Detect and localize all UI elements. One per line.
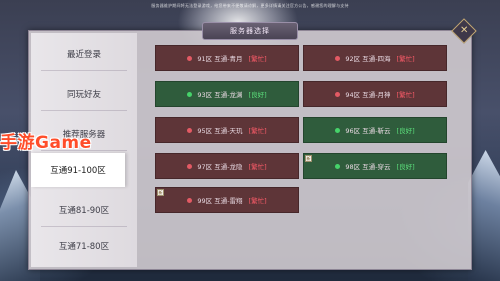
server-status: [繁忙] xyxy=(248,127,267,135)
panel-title-plate: 服务器选择 xyxy=(202,22,298,40)
sidebar-item-label: 最近登录 xyxy=(66,50,101,60)
status-dot-icon xyxy=(187,127,193,133)
server-name: 93区 互通-龙渊 xyxy=(197,91,243,99)
server-status: [良好] xyxy=(248,91,267,99)
server-button-99[interactable]: 新 99区 互通-雷翔 [繁忙] xyxy=(155,187,299,213)
sidebar-item-label: 互通71-80区 xyxy=(58,242,110,252)
server-name: 97区 互通-龙隐 xyxy=(197,163,243,171)
server-status: [繁忙] xyxy=(248,197,267,205)
divider xyxy=(41,70,127,71)
server-name: 92区 互通-四海 xyxy=(345,55,391,63)
server-name: 99区 互通-雷翔 xyxy=(197,197,243,205)
server-name: 95区 互通-天玑 xyxy=(197,127,243,135)
server-button-94[interactable]: 94区 互通-月神 [繁忙] xyxy=(303,81,447,107)
server-status: [繁忙] xyxy=(248,163,267,171)
sidebar-item-81-90[interactable]: 互通81-90区 xyxy=(31,193,137,227)
watermark-logo: 手游Game xyxy=(0,133,92,153)
status-dot-icon xyxy=(335,55,341,61)
server-button-97[interactable]: 97区 互通-龙隐 [繁忙] xyxy=(155,153,299,179)
server-button-96[interactable]: 96区 互通-靳云 [良好] xyxy=(303,117,447,143)
sidebar-item-71-80[interactable]: 互通71-80区 xyxy=(31,229,137,263)
server-button-93[interactable]: 93区 互通-龙渊 [良好] xyxy=(155,81,299,107)
maintenance-notice: 服务器维护期间将无法登录游戏，给您带来不便敬请谅解，更多详情请关注官方公告，感谢… xyxy=(151,3,349,8)
server-name: 96区 互通-靳云 xyxy=(345,127,391,135)
server-button-95[interactable]: 95区 互通-天玑 [繁忙] xyxy=(155,117,299,143)
status-dot-icon xyxy=(335,127,341,133)
server-button-98[interactable]: 新 98区 互通-穿云 [良好] xyxy=(303,153,447,179)
server-button-92[interactable]: 92区 互通-四海 [繁忙] xyxy=(303,45,447,71)
panel-title: 服务器选择 xyxy=(230,27,270,35)
status-dot-icon xyxy=(335,163,341,169)
sidebar-item-91-100[interactable]: 互通91-100区 xyxy=(31,153,125,187)
server-status: [繁忙] xyxy=(396,91,415,99)
new-server-tag: 新 xyxy=(305,155,312,162)
server-button-91[interactable]: 91区 互通-青月 [繁忙] xyxy=(155,45,299,71)
sidebar-item-label: 同玩好友 xyxy=(66,90,101,100)
new-server-tag: 新 xyxy=(157,189,164,196)
server-name: 91区 互通-青月 xyxy=(197,55,243,63)
status-dot-icon xyxy=(187,163,193,169)
server-status: [良好] xyxy=(396,127,415,135)
server-status: [繁忙] xyxy=(396,55,415,63)
divider xyxy=(41,226,127,227)
divider xyxy=(41,110,127,111)
server-status: [良好] xyxy=(396,163,415,171)
sidebar-item-label: 互通91-100区 xyxy=(50,166,106,176)
status-dot-icon xyxy=(187,91,193,97)
server-name: 98区 互通-穿云 xyxy=(345,163,391,171)
server-status: [繁忙] xyxy=(248,55,267,63)
sidebar-item-friends[interactable]: 同玩好友 xyxy=(31,77,137,111)
sidebar-item-label: 互通81-90区 xyxy=(58,206,110,216)
close-icon: ✕ xyxy=(459,24,469,36)
server-name: 94区 互通-月神 xyxy=(345,91,391,99)
status-dot-icon xyxy=(335,91,341,97)
sidebar-item-recent[interactable]: 最近登录 xyxy=(31,37,137,71)
status-dot-icon xyxy=(187,55,193,61)
status-dot-icon xyxy=(187,197,193,203)
server-select-panel: 服务器选择 最近登录 同玩好友 推荐服务器 互通91-100区 互通81-90区… xyxy=(28,22,472,270)
